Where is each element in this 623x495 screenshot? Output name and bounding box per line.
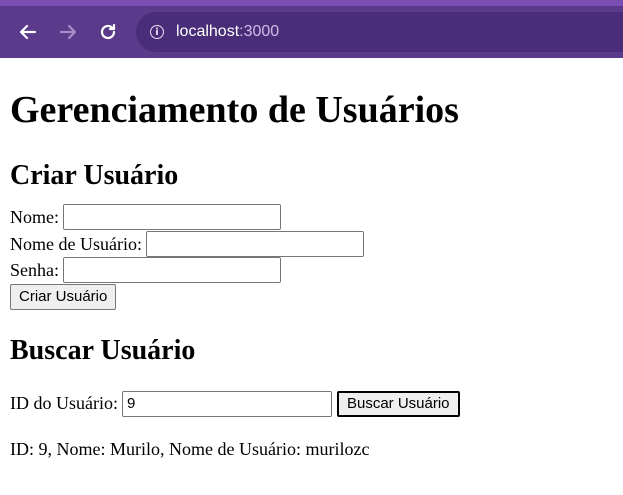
search-user-heading: Buscar Usuário: [10, 334, 196, 366]
page-title: Gerenciamento de Usuários: [10, 89, 459, 131]
username-label: Nome de Usuário:: [10, 233, 142, 254]
url-host: localhost: [176, 23, 240, 40]
create-user-heading: Criar Usuário: [10, 160, 179, 191]
search-user-button[interactable]: Buscar Usuário: [336, 390, 460, 417]
name-input[interactable]: [63, 204, 281, 231]
user-id-label: ID do Usuário:: [10, 393, 118, 413]
reload-icon[interactable]: [88, 12, 128, 52]
browser-toolbar: i localhost:3000: [0, 0, 623, 58]
back-arrow-icon[interactable]: [8, 12, 48, 52]
password-input[interactable]: [63, 257, 281, 284]
info-icon[interactable]: i: [150, 25, 164, 39]
create-user-form: Nome: Nome de Usuário: Senha: Criar Usuá…: [10, 204, 613, 310]
username-row: Nome de Usuário:: [10, 230, 613, 258]
search-user-row: ID do Usuário: Buscar Usuário: [10, 390, 613, 417]
user-id-input[interactable]: [121, 390, 332, 417]
search-result-text: ID: 9, Nome: Murilo, Nome de Usuário: mu…: [10, 438, 370, 459]
name-row: Nome:: [10, 204, 613, 231]
page-content: Gerenciamento de Usuários Criar Usuário …: [0, 88, 623, 460]
create-user-button[interactable]: Criar Usuário: [10, 283, 117, 310]
forward-arrow-icon[interactable]: [48, 12, 88, 52]
name-label: Nome:: [10, 207, 59, 227]
url-port: :3000: [239, 23, 280, 40]
password-label: Senha:: [10, 260, 59, 280]
username-input[interactable]: [145, 230, 364, 257]
address-bar[interactable]: i localhost:3000: [136, 12, 623, 52]
password-row: Senha:: [10, 257, 613, 284]
